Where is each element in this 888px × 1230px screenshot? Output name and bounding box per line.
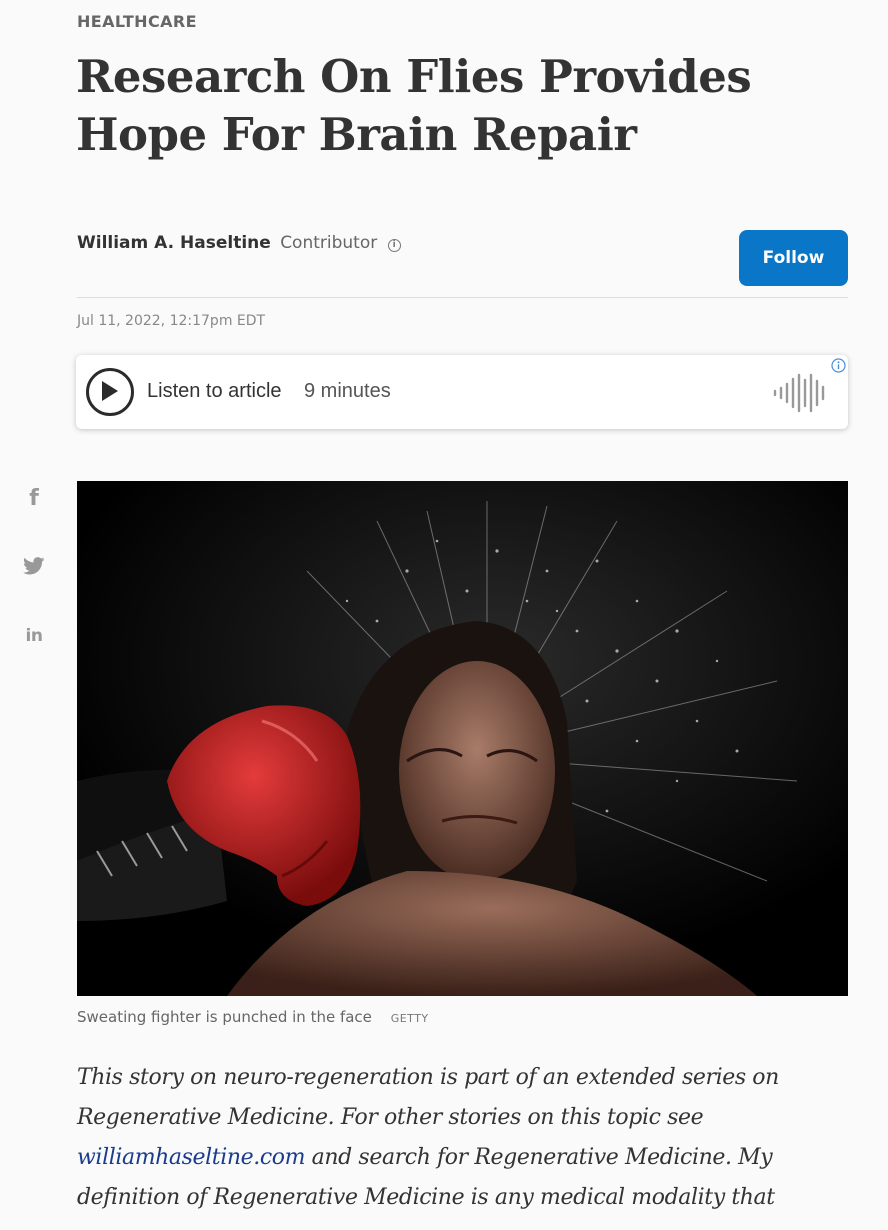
- article-category[interactable]: HEALTHCARE: [77, 12, 197, 31]
- ad-info-icon[interactable]: [831, 358, 846, 373]
- image-credit: GETTY: [390, 1012, 429, 1025]
- author-name[interactable]: William A. Haseltine: [77, 233, 271, 253]
- play-icon: [102, 381, 118, 401]
- facebook-icon: f: [29, 485, 39, 511]
- article-headline: Research On Flies Provides Hope For Brai…: [76, 50, 752, 161]
- audio-duration: 9 minutes: [304, 380, 391, 402]
- article-intro: This story on neuro-regeneration is part…: [77, 1058, 837, 1218]
- contributor-info-icon[interactable]: i: [387, 239, 401, 252]
- image-caption: Sweating fighter is punched in the face …: [77, 1008, 429, 1026]
- play-button[interactable]: [86, 368, 134, 416]
- byline: William A. Haseltine Contributor i: [77, 233, 401, 253]
- follow-button[interactable]: Follow: [739, 230, 848, 286]
- caption-text: Sweating fighter is punched in the face: [77, 1008, 372, 1026]
- twitter-icon: [23, 557, 45, 575]
- share-facebook-button[interactable]: f: [18, 482, 50, 514]
- intro-text-before-link: This story on neuro-regeneration is part…: [77, 1065, 779, 1130]
- publish-timestamp: Jul 11, 2022, 12:17pm EDT: [77, 313, 266, 329]
- listen-label: Listen to article: [147, 380, 282, 402]
- hero-image: [77, 481, 848, 996]
- author-role: Contributor: [280, 233, 378, 253]
- author-website-link[interactable]: williamhaseltine.com: [77, 1145, 305, 1170]
- hero-photo-boxer: [77, 481, 848, 996]
- audio-player[interactable]: Listen to article 9 minutes: [76, 355, 848, 429]
- waveform-icon: [773, 373, 825, 413]
- byline-divider: [77, 297, 848, 298]
- share-twitter-button[interactable]: [18, 550, 50, 582]
- share-linkedin-button[interactable]: in: [18, 620, 50, 652]
- linkedin-icon: in: [25, 626, 43, 646]
